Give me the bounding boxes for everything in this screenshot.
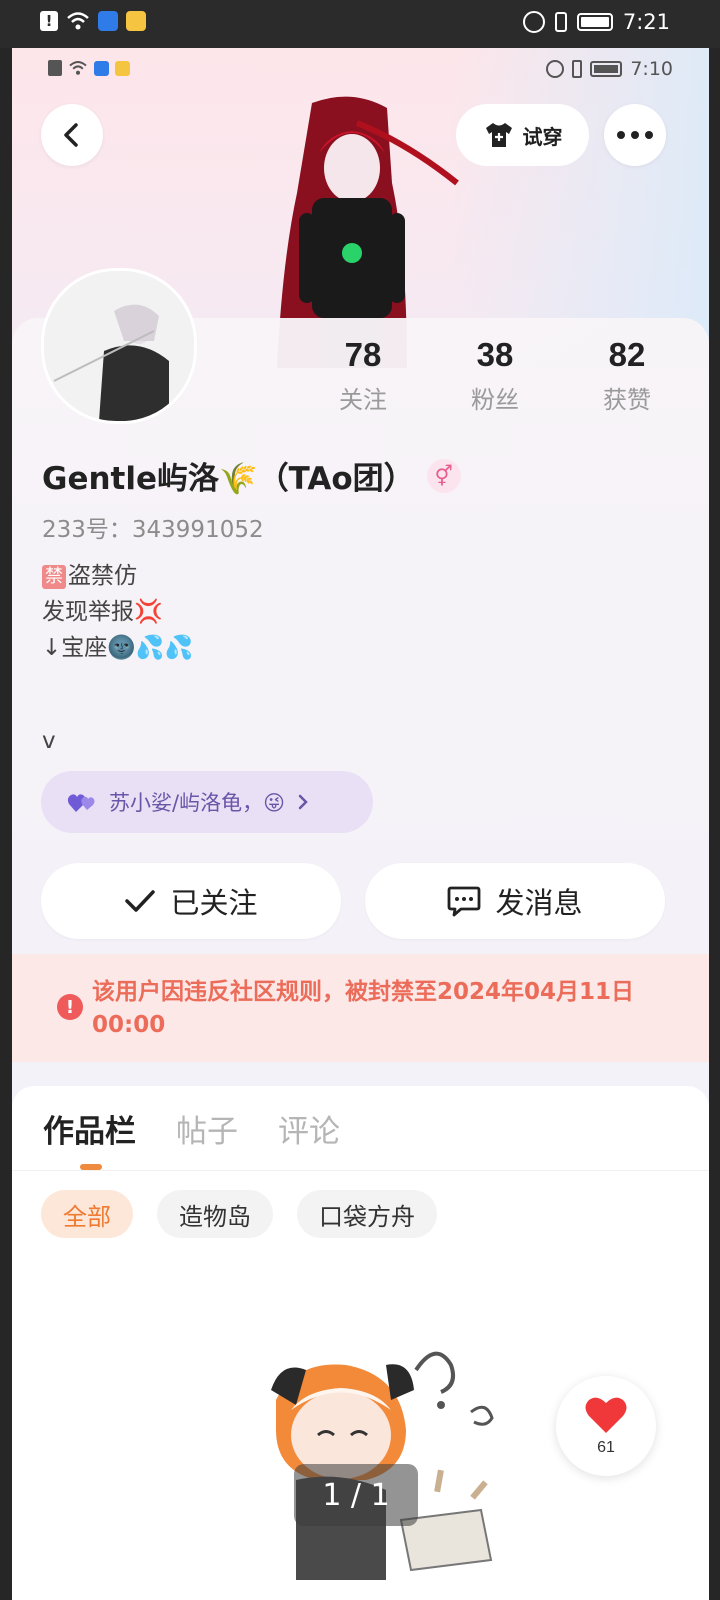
ban-notice: ! 该用户因违反社区规则，被封禁至2024年04月11日 00:00 bbox=[12, 954, 709, 1062]
heart-icon bbox=[585, 1397, 627, 1433]
status-right: 7:21 bbox=[522, 10, 670, 34]
wifi-icon bbox=[69, 61, 87, 75]
user-id[interactable]: 233号：343991052 bbox=[42, 510, 264, 544]
app-notification-icon bbox=[126, 11, 146, 31]
app-screen: 7:10 试穿 78 关注 38 粉丝 82 获赞 Gentle屿洛🌾（TAo团… bbox=[12, 48, 709, 1600]
status-left-icons: ! bbox=[40, 11, 146, 31]
app-notification-icon bbox=[94, 60, 109, 76]
tab-works[interactable]: 作品栏 bbox=[43, 1106, 136, 1151]
username: Gentle屿洛🌾（TAo团） bbox=[42, 461, 415, 497]
chip-all[interactable]: 全部 bbox=[41, 1190, 133, 1238]
data-icon bbox=[546, 60, 565, 78]
follow-label: 已关注 bbox=[170, 886, 258, 920]
app-notification-icon bbox=[115, 60, 130, 76]
alert-icon: ! bbox=[40, 11, 58, 31]
followers-label: 粉丝 bbox=[471, 386, 519, 414]
following-count: 78 bbox=[344, 336, 382, 373]
gender-icon: ⚥ bbox=[426, 458, 461, 493]
following-label: 关注 bbox=[339, 386, 387, 414]
tab-comments[interactable]: 评论 bbox=[278, 1106, 340, 1151]
page-indicator: 1 / 1 bbox=[294, 1464, 418, 1526]
works-filter-chips: 全部 造物岛 口袋方舟 bbox=[41, 1190, 437, 1238]
chat-bubble-icon bbox=[448, 886, 481, 917]
likes-stat[interactable]: 82 获赞 bbox=[572, 336, 682, 415]
close-friend-label: 苏小娑/屿洛龟，😜 bbox=[109, 791, 285, 815]
tshirt-icon bbox=[485, 123, 512, 147]
more-dots-icon bbox=[617, 131, 653, 139]
check-icon bbox=[125, 890, 156, 912]
inner-status-bar: 7:10 bbox=[48, 58, 673, 86]
alert-icon bbox=[48, 60, 62, 76]
warning-icon: ! bbox=[57, 994, 83, 1020]
app-notification-icon bbox=[98, 11, 118, 31]
bio: 禁盗禁仿 发现举报💢 ↓宝座🌚💦💦 bbox=[42, 558, 193, 666]
chevron-left-icon bbox=[64, 123, 78, 147]
likes-count: 82 bbox=[608, 336, 646, 373]
tab-posts[interactable]: 帖子 bbox=[176, 1106, 238, 1151]
ban-notice-text: 该用户因违反社区规则，被封禁至2024年04月11日 00:00 bbox=[92, 979, 635, 1038]
avatar-image bbox=[44, 271, 194, 421]
hearts-icon bbox=[67, 794, 95, 812]
like-count: 61 bbox=[597, 1439, 615, 1456]
close-friend-pill[interactable]: 苏小娑/屿洛龟，😜 bbox=[41, 771, 373, 833]
message-button[interactable]: 发消息 bbox=[365, 863, 665, 939]
chip-pocket-ark[interactable]: 口袋方舟 bbox=[297, 1190, 437, 1238]
like-button[interactable]: 61 bbox=[556, 1376, 656, 1476]
vibrate-icon bbox=[554, 12, 567, 32]
chip-creation-island[interactable]: 造物岛 bbox=[157, 1190, 273, 1238]
data-icon bbox=[522, 11, 545, 33]
works-tabs: 作品栏 帖子 评论 bbox=[43, 1106, 340, 1151]
battery-icon bbox=[590, 61, 623, 77]
likes-label: 获赞 bbox=[603, 386, 651, 414]
bio-line: v bbox=[42, 728, 56, 754]
more-button[interactable] bbox=[604, 104, 666, 166]
followers-count: 38 bbox=[476, 336, 514, 373]
try-on-label: 试穿 bbox=[522, 124, 563, 149]
following-stat[interactable]: 78 关注 bbox=[308, 336, 418, 415]
battery-icon bbox=[576, 13, 613, 31]
bio-line: 禁盗禁仿 bbox=[42, 558, 193, 594]
back-button[interactable] bbox=[41, 104, 103, 166]
name-row: Gentle屿洛🌾（TAo团） ⚥ bbox=[42, 453, 461, 498]
avatar[interactable] bbox=[41, 268, 197, 424]
clock: 7:21 bbox=[622, 10, 670, 34]
wifi-icon bbox=[67, 12, 89, 30]
ban-tag: 禁 bbox=[42, 565, 66, 589]
followers-stat[interactable]: 38 粉丝 bbox=[440, 336, 550, 415]
message-label: 发消息 bbox=[495, 886, 583, 920]
try-on-button[interactable]: 试穿 bbox=[456, 104, 589, 166]
chevron-right-icon bbox=[298, 794, 308, 810]
system-status-bar: ! 7:21 bbox=[0, 0, 720, 48]
vibrate-icon bbox=[572, 60, 583, 78]
bio-line: ↓宝座🌚💦💦 bbox=[42, 635, 194, 661]
follow-button[interactable]: 已关注 bbox=[41, 863, 341, 939]
bio-line: 发现举报💢 bbox=[42, 599, 163, 625]
inner-clock: 7:10 bbox=[630, 58, 673, 80]
